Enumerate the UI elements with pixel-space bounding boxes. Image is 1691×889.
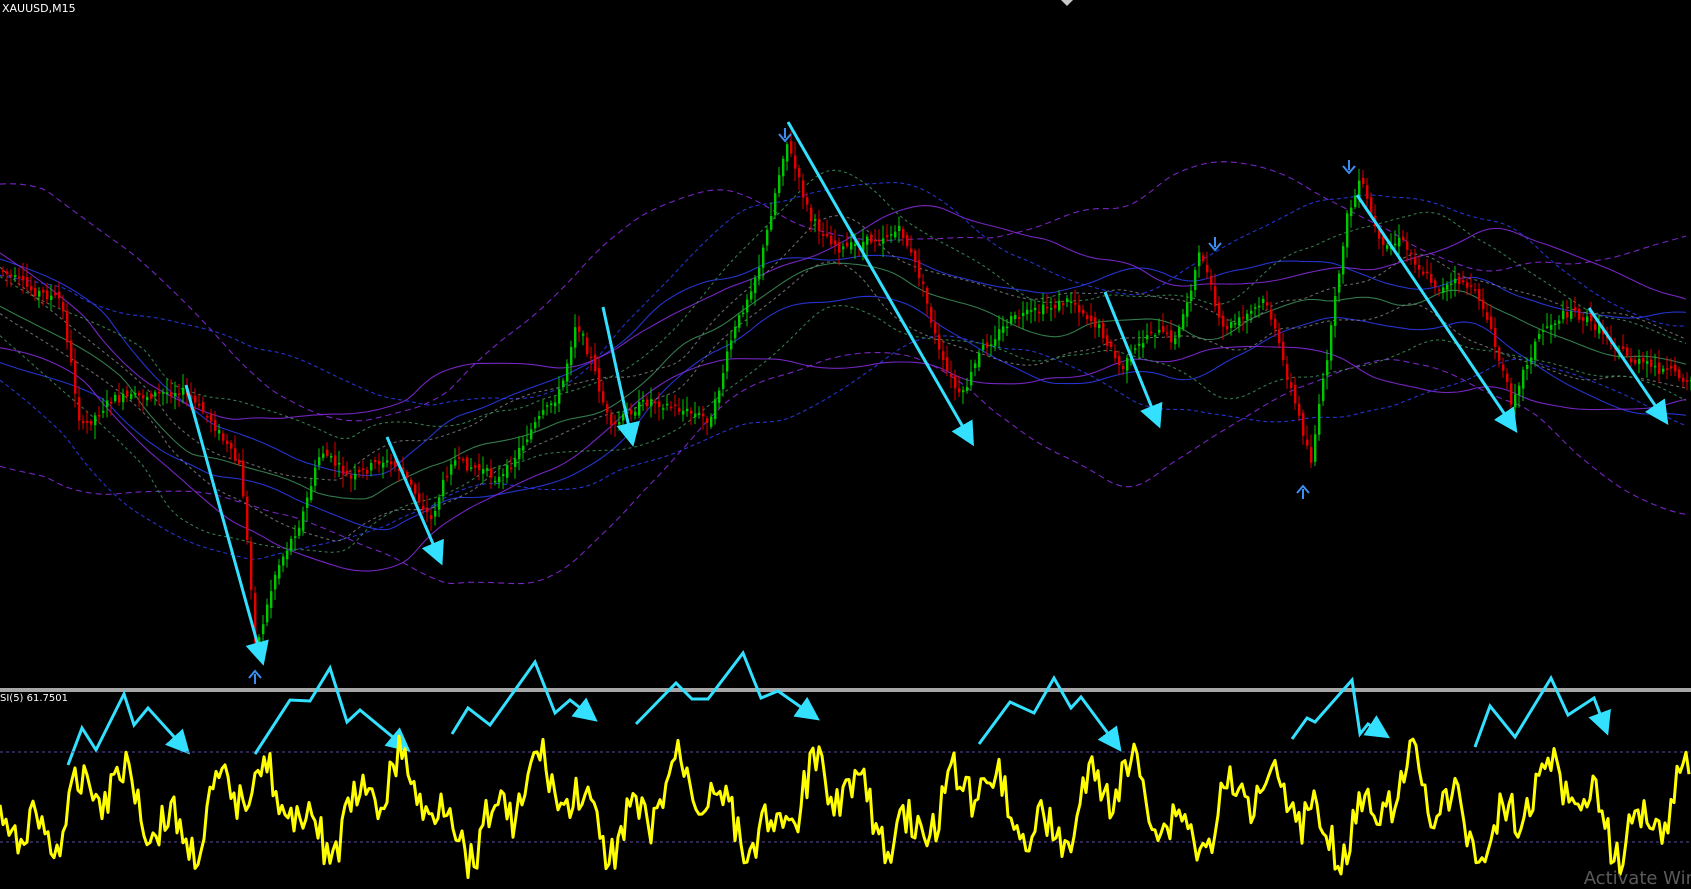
symbol-label: XAUUSD,M15 <box>2 2 76 15</box>
chart-shift-marker[interactable] <box>1061 0 1073 6</box>
rsi-levels <box>0 751 1691 843</box>
rsi-line <box>0 734 1691 879</box>
indicator-label: SI(5) 61.7501 <box>0 693 68 704</box>
windows-watermark: Activate Win <box>1583 868 1691 889</box>
rsi-chart-svg <box>0 734 1691 879</box>
price-chart-pane[interactable] <box>0 0 1691 688</box>
